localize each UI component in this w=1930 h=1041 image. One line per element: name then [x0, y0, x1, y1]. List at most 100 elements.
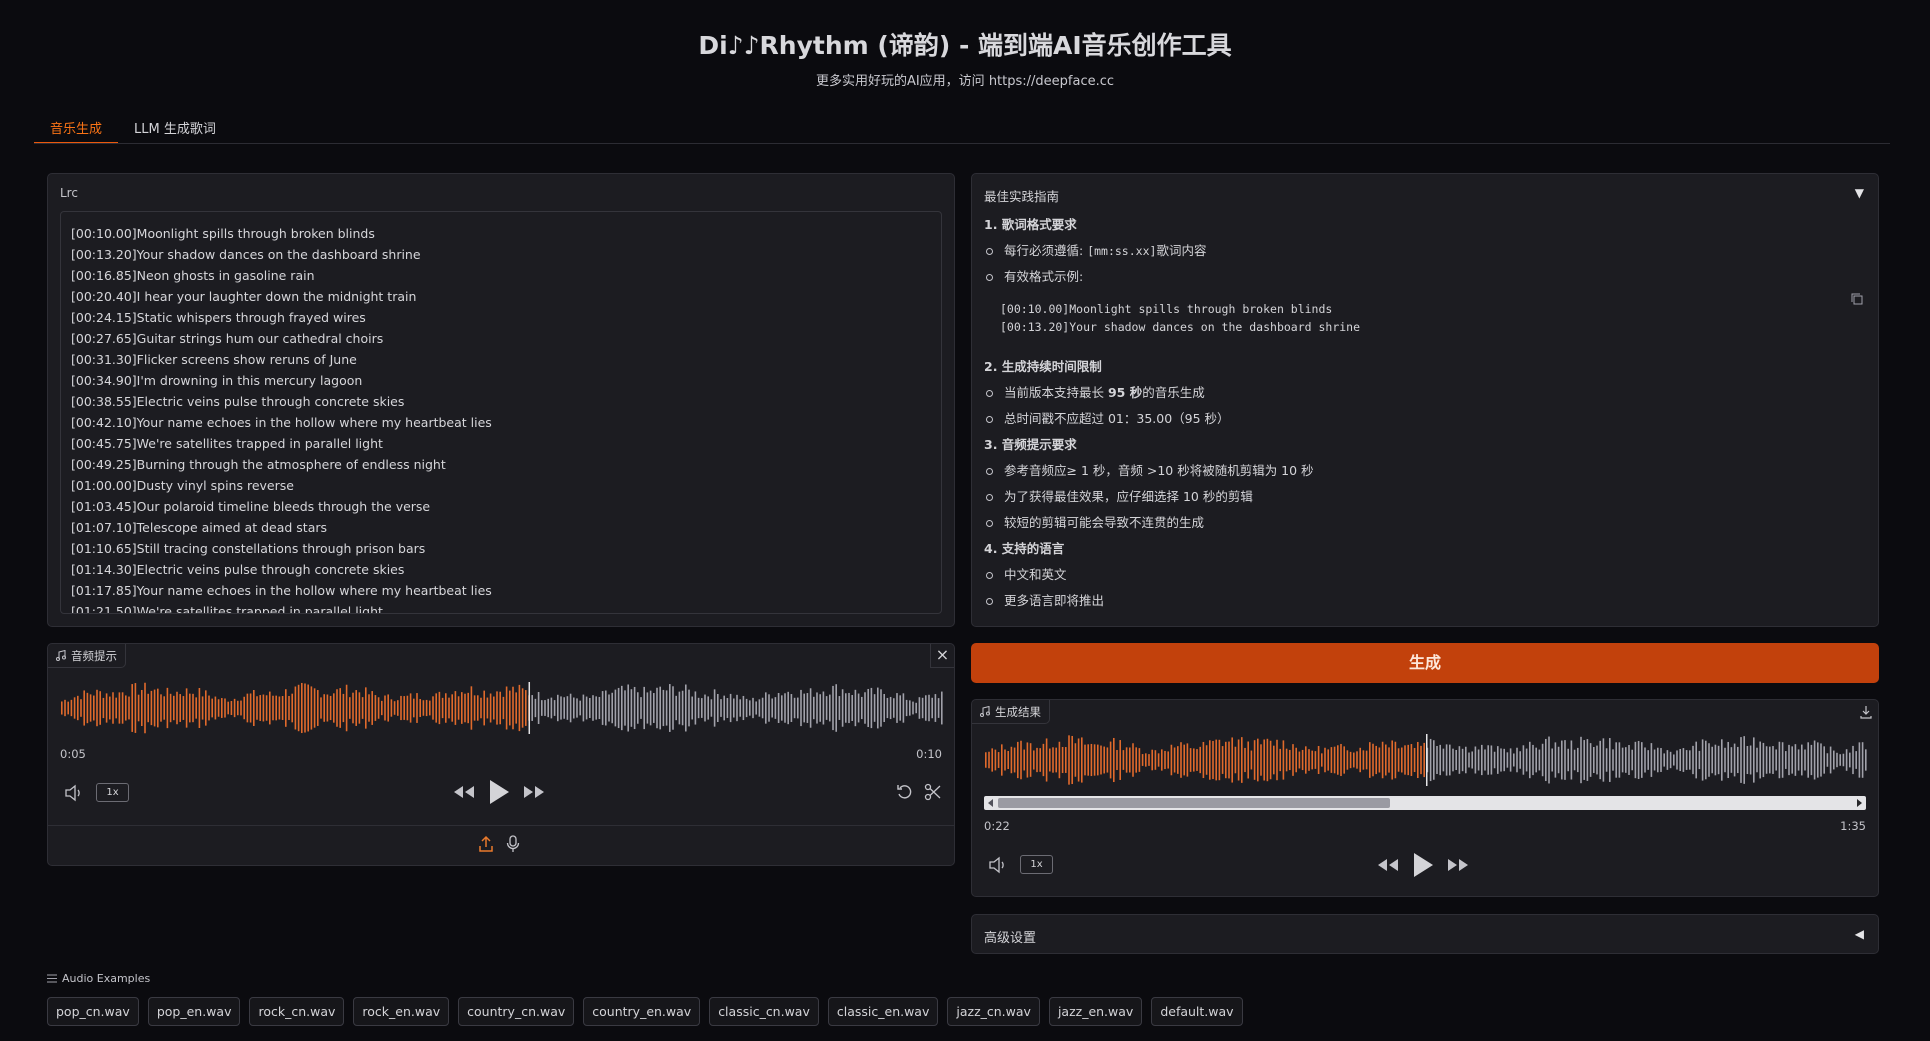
reset-icon[interactable]	[896, 783, 914, 801]
waveform-bar	[813, 696, 815, 720]
scrollbar-thumb[interactable]	[998, 798, 1390, 808]
rewind-icon[interactable]	[1376, 857, 1400, 873]
waveform-bar	[1663, 753, 1665, 767]
waveform-bar	[560, 696, 562, 720]
scroll-right-icon[interactable]	[1856, 799, 1862, 807]
waveform-bar	[1458, 746, 1461, 774]
example-button[interactable]: classic_en.wav	[827, 997, 939, 1026]
close-icon[interactable]: ×	[930, 644, 954, 668]
waveform-bar	[1730, 747, 1733, 773]
waveform-bar	[1471, 751, 1473, 769]
fast-forward-icon[interactable]	[1446, 857, 1470, 873]
waveform-bar	[1849, 752, 1851, 768]
waveform-bar	[1189, 748, 1192, 772]
example-button[interactable]: classic_cn.wav	[709, 997, 819, 1026]
example-button[interactable]: rock_cn.wav	[249, 997, 345, 1026]
tab-music-generation[interactable]: 音乐生成	[34, 112, 119, 144]
collapse-toggle-icon[interactable]: ▼	[1855, 186, 1864, 200]
waveform-bar	[768, 694, 770, 722]
lrc-line: [00:38.55]Electric veins pulse through c…	[71, 394, 405, 409]
waveform-bar	[1762, 742, 1765, 778]
waveform-bar	[649, 690, 652, 726]
volume-icon[interactable]	[64, 784, 84, 802]
waveform-bar	[1093, 744, 1096, 776]
playhead-cursor[interactable]	[1426, 734, 1428, 786]
fast-forward-icon[interactable]	[522, 784, 546, 800]
volume-icon[interactable]	[988, 856, 1008, 874]
playback-rate-button[interactable]: 1x	[1020, 855, 1053, 874]
waveform-bar	[902, 693, 905, 723]
download-icon[interactable]	[1858, 704, 1874, 720]
waveform[interactable]	[984, 734, 1868, 786]
example-button[interactable]: pop_en.wav	[147, 997, 241, 1026]
waveform-bar	[1327, 749, 1329, 771]
waveform-bar	[342, 693, 345, 723]
waveform-bar	[1084, 744, 1086, 776]
waveform-scrollbar[interactable]	[984, 796, 1866, 810]
microphone-icon[interactable]	[506, 835, 520, 853]
scroll-left-icon[interactable]	[988, 799, 994, 807]
advanced-settings-label[interactable]: 高级设置	[984, 927, 1036, 946]
waveform-bar	[1858, 742, 1861, 778]
waveform-bar	[1548, 736, 1550, 784]
waveform-bar	[1461, 748, 1464, 772]
time-end: 1:35	[1840, 819, 1866, 833]
waveform-bar	[1577, 747, 1579, 773]
waveform-bar	[899, 695, 901, 721]
expand-toggle-icon[interactable]: ◀	[1855, 927, 1864, 941]
waveform-bar	[409, 693, 412, 723]
trim-scissors-icon[interactable]	[924, 783, 942, 801]
waveform-bar	[1653, 749, 1656, 771]
play-icon[interactable]	[1412, 852, 1434, 878]
playback-rate-button[interactable]: 1x	[96, 783, 129, 802]
rewind-icon[interactable]	[452, 784, 476, 800]
waveform-bar	[297, 684, 300, 732]
waveform-bar	[473, 695, 476, 721]
example-button[interactable]: country_cn.wav	[458, 997, 575, 1026]
play-icon[interactable]	[488, 779, 510, 805]
time-current: 0:22	[984, 819, 1010, 833]
example-button[interactable]: country_en.wav	[583, 997, 701, 1026]
waveform-bar	[1506, 752, 1509, 768]
waveform-bar	[1292, 744, 1294, 776]
guide-title[interactable]: 最佳实践指南	[984, 186, 1059, 205]
waveform-bar	[102, 697, 105, 719]
waveform-bar	[589, 698, 591, 718]
example-button[interactable]: jazz_en.wav	[1048, 997, 1143, 1026]
waveform-bar	[566, 696, 569, 720]
lrc-line: [01:03.45]Our polaroid timeline bleeds t…	[71, 499, 431, 514]
waveform[interactable]	[60, 682, 944, 734]
waveform-bar	[1263, 739, 1265, 781]
tab-llm-lyrics[interactable]: LLM 生成歌词	[118, 112, 232, 144]
playhead-cursor[interactable]	[528, 682, 531, 734]
waveform-bar	[691, 696, 693, 720]
waveform-bar	[905, 699, 908, 717]
copy-icon[interactable]	[1850, 292, 1864, 306]
waveform-bar	[1061, 746, 1064, 774]
waveform-bar	[1241, 737, 1243, 783]
waveform-bar	[723, 695, 725, 721]
waveform-bar	[1788, 744, 1790, 776]
waveform-bar	[1250, 750, 1253, 770]
lrc-line: [01:07.10]Telescope aimed at dead stars	[71, 520, 328, 535]
waveform-bar	[358, 692, 361, 724]
waveform-bar	[793, 697, 796, 719]
waveform-bar	[371, 691, 373, 725]
music-note-icon	[980, 706, 990, 717]
advanced-settings-accordion[interactable]: 高级设置 ◀	[971, 914, 1879, 954]
waveform-bar	[1695, 741, 1697, 779]
waveform-bar	[384, 695, 386, 721]
waveform-bar	[461, 692, 463, 724]
example-button[interactable]: jazz_cn.wav	[947, 997, 1040, 1026]
waveform-bar	[598, 696, 601, 720]
waveform-bar	[285, 689, 287, 727]
generate-button[interactable]: 生成	[971, 643, 1879, 683]
waveform-bar	[1221, 746, 1224, 774]
lrc-textarea[interactable]: [00:10.00]Moonlight spills through broke…	[60, 211, 942, 614]
example-button[interactable]: default.wav	[1151, 997, 1243, 1026]
upload-icon[interactable]	[478, 835, 494, 853]
example-button[interactable]: pop_cn.wav	[47, 997, 139, 1026]
example-button[interactable]: rock_en.wav	[353, 997, 450, 1026]
waveform-bar	[1605, 748, 1608, 772]
waveform-bar	[1740, 737, 1742, 783]
